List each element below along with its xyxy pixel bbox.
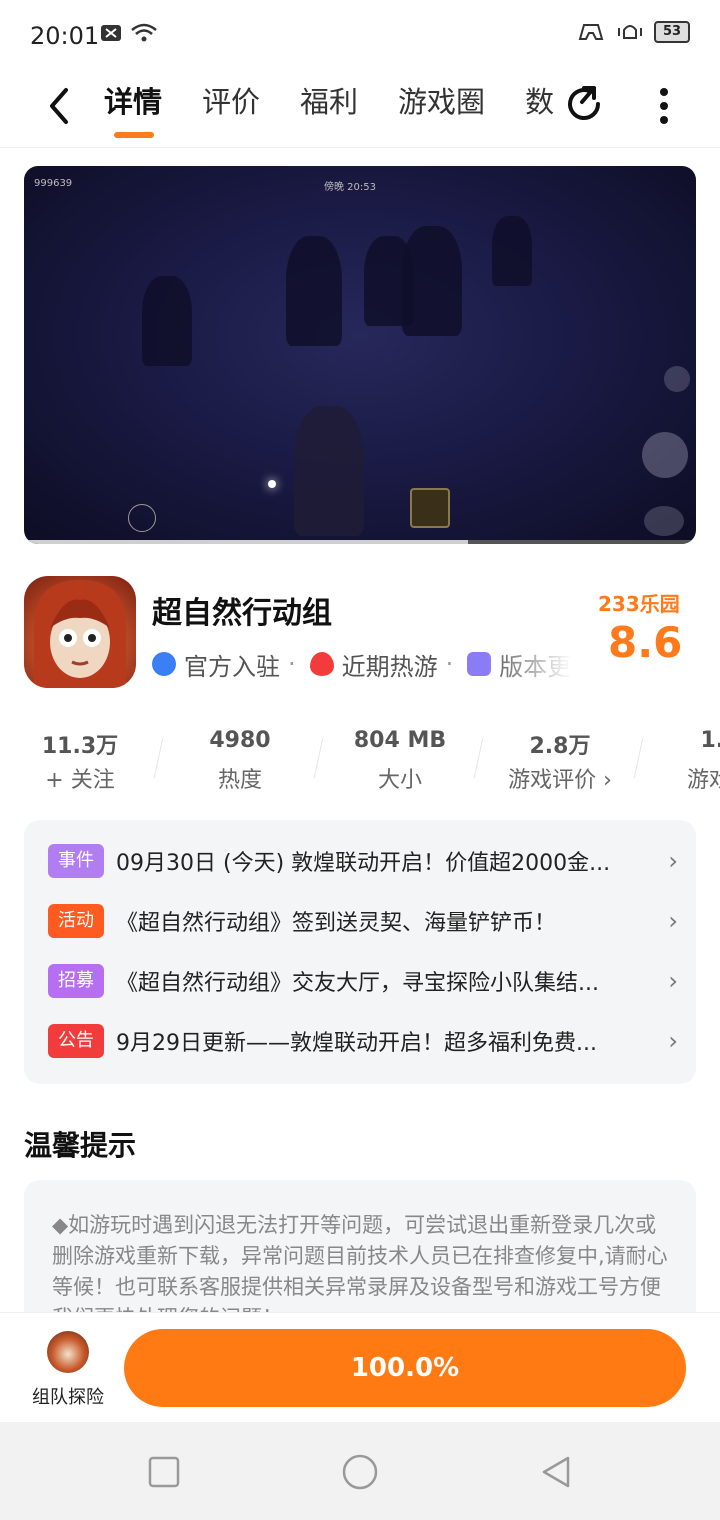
notice-badge: 活动 [48,904,104,938]
follow-button[interactable]: + 关注 [0,762,160,792]
recent-apps-button[interactable] [146,1454,182,1490]
chevron-right-icon: › [668,967,678,995]
download-progress-button[interactable]: 100.0% [124,1329,686,1407]
chevron-left-icon [50,88,68,124]
share-icon [568,86,600,120]
square-icon [148,1456,180,1488]
video-hud-id: 999639 [34,178,73,189]
red-panda-avatar-icon [47,1331,89,1373]
circle-icon [342,1454,378,1490]
notice-text: 《超自然行动组》签到送灵契、海量铲铲币！ [116,911,557,936]
stat-heat: 4980 热度 [209,728,271,792]
home-button[interactable] [340,1452,380,1492]
notification-icon [101,25,121,41]
notice-item[interactable]: 活动 《超自然行动组》签到送灵契、海量铲铲币！ › [48,902,678,940]
chevron-right-icon: › [668,847,678,875]
tab-reviews[interactable]: 评价 [202,82,260,138]
more-button[interactable] [650,84,678,128]
vibrate-icon [618,25,642,39]
game-title: 超自然行动组 [152,596,332,631]
tab-details[interactable]: 详情 [104,82,162,138]
chevron-right-icon: › [668,1027,678,1055]
tab-game-circle[interactable]: 游戏圈 [398,82,485,138]
verified-icon [152,652,176,676]
tab-data[interactable]: 数 [525,82,554,138]
team-explore-label: 组队探险 [32,1387,104,1408]
bottom-action-bar: 组队探险 100.0% [0,1312,720,1422]
status-time: 20:01 [30,22,100,50]
tab-welfare[interactable]: 福利 [300,82,358,138]
flashlight-button[interactable] [642,432,688,478]
item-slot[interactable] [410,488,450,528]
action-button[interactable] [664,366,690,392]
video-hud-time: 傍晚 20:53 [324,182,376,193]
tag-hot[interactable]: 近期热游 · [309,647,462,682]
tag-update[interactable]: 版本更 [467,647,571,682]
update-icon [467,652,492,676]
notice-item[interactable]: 招募 《超自然行动组》交友大厅，寻宝探险小队集结... › [48,962,678,1000]
rating-brand-label: 233乐园 [598,592,680,616]
back-nav-button[interactable] [538,1454,574,1490]
wifi-icon [131,23,157,42]
notice-text: 09月30日 (今天) 敦煌联动开启！价值超2000金... [116,851,611,876]
battery-icon: 53 [654,21,690,43]
crouch-button[interactable] [644,506,684,536]
more-vertical-icon [660,88,668,124]
notice-badge: 招募 [48,964,104,998]
triangle-back-icon [542,1456,570,1488]
team-explore-button[interactable]: 组队探险 [20,1331,116,1411]
top-tab-bar: 详情 评价 福利 游戏圈 数 [0,72,720,148]
gamepad-icon [578,24,604,40]
notice-text: 9月29日更新——敦煌联动开启！超多福利免费... [116,1031,597,1056]
stat-follow[interactable]: 11.3万 + 关注 [0,728,160,792]
stat-reviews[interactable]: 2.8万 游戏评价 › [480,728,640,792]
back-button[interactable] [42,84,78,128]
character-figure [294,406,364,536]
system-nav-bar [0,1422,720,1520]
rating-score: 8.6 [608,618,683,667]
notice-list: 事件 09月30日 (今天) 敦煌联动开启！价值超2000金... › 活动 《… [24,820,696,1084]
tips-title: 温馨提示 [24,1129,137,1162]
notice-item[interactable]: 事件 09月30日 (今天) 敦煌联动开启！价值超2000金... › [48,842,678,880]
fire-icon [309,652,334,676]
notice-badge: 公告 [48,1024,104,1058]
notice-badge: 事件 [48,844,104,878]
notice-text: 《超自然行动组》交友大厅，寻宝探险小队集结... [116,971,599,996]
stat-size: 804 MB 大小 [353,728,447,792]
tag-official[interactable]: 官方入驻 · [152,647,304,682]
game-video-player[interactable]: 999639 傍晚 20:53 [24,166,696,544]
share-button[interactable] [562,82,606,126]
game-tags: 官方入驻 · 近期热游 · 版本更 [152,646,572,682]
stats-row: 11.3万 + 关注 4980 热度 804 MB 大小 2.8万 游戏评价 ›… [0,728,720,792]
status-bar: 20:01 53 [0,0,720,72]
tabs: 详情 评价 福利 游戏圈 数 [104,82,560,138]
chevron-right-icon: › [668,907,678,935]
video-progress-bar[interactable] [24,540,696,544]
first-person-button[interactable] [128,504,156,532]
notice-item[interactable]: 公告 9月29日更新——敦煌联动开启！超多福利免费... › [48,1022,678,1060]
stat-posts[interactable]: 1.5 游戏帖 [640,728,720,792]
game-icon [24,576,136,688]
